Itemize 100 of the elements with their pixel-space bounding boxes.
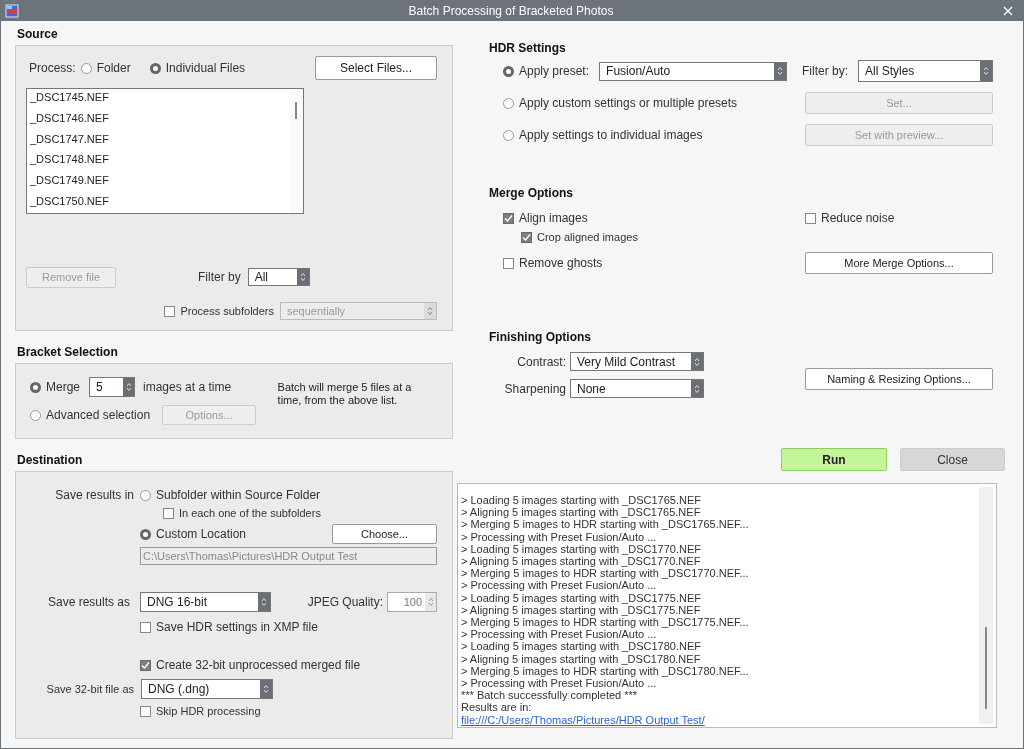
field-label: Contrast: — [516, 354, 566, 369]
checkbox[interactable] — [140, 621, 151, 633]
radio-label: Custom Location — [156, 527, 247, 541]
radio-button[interactable] — [80, 62, 92, 74]
log-line: > Loading 5 images starting with _DSC1770.NEF — [461, 542, 702, 555]
dropdown[interactable]: All Styles — [858, 60, 993, 82]
suffix-label: images at a time — [143, 380, 232, 394]
file-item[interactable]: _DSC1747.NEF — [27, 131, 290, 153]
checkbox-label: Remove ghosts — [519, 256, 603, 270]
radio-button[interactable] — [30, 381, 41, 393]
log-line: *** Batch successfully completed *** — [461, 689, 639, 702]
app-icon — [5, 4, 19, 18]
info-text: Batch will merge 5 files at a time, from the above list. — [277, 380, 413, 408]
radio-label: Merge — [46, 380, 80, 394]
dropdown[interactable]: Very Mild Contrast — [570, 352, 704, 371]
log-line: > Aligning 5 images starting with _DSC1775.NEF — [461, 603, 702, 617]
radio-button[interactable] — [503, 97, 514, 109]
log-line: > Merging 5 images to HDR starting with _DSC1775.NEF... — [461, 616, 750, 629]
log-line: > Merging 5 images to HDR starting with _DSC1765.NEF... — [461, 518, 750, 531]
scrollbar-thumb[interactable] — [295, 102, 297, 119]
file-item[interactable]: _DSC1749.NEF — [27, 173, 290, 194]
dropdown[interactable]: DNG (.dng) — [141, 679, 273, 699]
scrollbar-thumb[interactable] — [985, 627, 987, 709]
file-item[interactable]: _DSC1748.NEF — [27, 152, 290, 174]
button[interactable]: More Merge Options... — [805, 252, 993, 274]
radio-label: Folder — [96, 61, 131, 75]
dropdown[interactable]: None — [570, 379, 704, 398]
section-heading: Finishing Options — [489, 330, 591, 344]
log-line: > Aligning 5 images starting with _DSC1765.NEF — [461, 506, 702, 519]
radio-label: Individual Files — [165, 61, 246, 75]
checkbox-label: Reduce noise — [821, 211, 895, 225]
log-line: > Loading 5 images starting with _DSC1780.NEF — [461, 640, 702, 653]
button[interactable]: Naming & Resizing Options... — [805, 368, 993, 390]
filter-label: Filter by: — [802, 64, 848, 78]
checkbox-label: Save HDR settings in XMP file — [156, 620, 318, 634]
up-down-arrows-icon — [777, 66, 784, 76]
up-down-arrows-icon — [694, 356, 700, 367]
button[interactable]: Select Files... — [315, 56, 437, 80]
radio-label: Subfolder within Source Folder — [156, 488, 321, 502]
radio-label: Advanced selection — [46, 408, 151, 422]
radio-label: Apply preset: — [519, 64, 590, 78]
field-label: Save results as — [47, 595, 130, 609]
radio-button[interactable] — [140, 489, 151, 501]
radio-button[interactable] — [140, 528, 151, 540]
button[interactable]: Choose... — [332, 524, 437, 544]
checkbox-label: Align images — [519, 211, 588, 225]
log-line: > Merging 5 images to HDR starting with _DSC1780.NEF... — [461, 664, 750, 678]
button[interactable]: Run — [781, 448, 887, 471]
section-heading: HDR Settings — [489, 41, 566, 55]
checkbox[interactable] — [164, 305, 176, 317]
checkbox[interactable] — [503, 212, 514, 224]
up-down-arrows-icon — [427, 306, 433, 316]
checkbox[interactable] — [140, 705, 151, 717]
checkbox[interactable] — [163, 507, 174, 519]
log-line: > Processing with Preset Fusion/Auto ... — [461, 579, 658, 592]
radio-label: Apply settings to individual images — [519, 128, 703, 142]
checkbox[interactable] — [805, 212, 816, 224]
checkbox-label: Skip HDR processing — [156, 705, 261, 717]
button[interactable]: Close — [900, 448, 1005, 471]
section-heading: Destination — [17, 453, 83, 467]
file-item[interactable]: _DSC1746.NEF — [27, 110, 290, 132]
up-down-arrows-icon — [263, 684, 269, 694]
dropdown[interactable]: Fusion/Auto — [599, 61, 788, 81]
log-line: > Processing with Preset Fusion/Auto ... — [461, 530, 658, 543]
file-item[interactable]: _DSC1745.NEF — [27, 90, 290, 111]
up-down-arrows-icon — [983, 66, 989, 76]
window-title: Batch Processing of Bracketed Photos — [407, 4, 615, 18]
section-heading: Bracket Selection — [17, 345, 118, 359]
checkbox-label: Create 32-bit unprocessed merged file — [156, 658, 361, 672]
radio-label: Apply custom settings or multiple presets — [519, 96, 738, 110]
log-line: > Merging 5 images to HDR starting with _DSC1770.NEF... — [461, 567, 750, 580]
results-link[interactable]: file:///C:/Users/Thomas/Pictures/HDR Output Test/ — [461, 713, 705, 726]
up-down-arrows-icon — [299, 272, 306, 282]
log-line: > Processing with Preset Fusion/Auto ... — [461, 628, 658, 641]
log-line: > Aligning 5 images starting with _DSC1780.NEF — [461, 652, 702, 665]
checkbox[interactable] — [140, 659, 151, 671]
close-icon[interactable] — [1003, 6, 1013, 16]
checkbox-label: Process subfolders — [180, 305, 274, 317]
log-line: > Loading 5 images starting with _DSC1765.NEF — [461, 494, 702, 507]
number-field[interactable]: 5 — [89, 377, 135, 397]
checkbox-label: In each one of the subfolders — [179, 507, 321, 519]
file-item[interactable]: _DSC1750.NEF — [27, 194, 290, 215]
up-down-arrows-icon — [694, 383, 700, 394]
number-field[interactable]: 100 — [387, 592, 437, 612]
field-label: Save results in — [55, 488, 134, 502]
checkbox[interactable] — [521, 231, 532, 243]
file-list[interactable]: _DSC1745.NEF _DSC1746.NEF _DSC1747.NEF _DSC1748.NEF _DSC1749.NEF _DSC1750.NEF — [26, 88, 304, 214]
log-line: > Loading 5 images starting with _DSC1775.NEF — [461, 591, 702, 604]
radio-button[interactable] — [503, 65, 514, 77]
dropdown[interactable]: DNG 16-bit — [140, 592, 271, 612]
dropdown[interactable]: All — [247, 268, 310, 286]
radio-button[interactable] — [503, 129, 514, 141]
radio-button[interactable] — [149, 62, 161, 74]
jpeg-quality-label: JPEG Quality: — [307, 595, 383, 609]
checkbox[interactable] — [503, 257, 514, 269]
up-down-arrows-icon — [427, 597, 434, 607]
section-heading: Merge Options — [489, 186, 573, 200]
radio-button[interactable] — [30, 409, 41, 421]
log-line: > Processing with Preset Fusion/Auto ... — [461, 677, 658, 690]
section-heading: Source — [17, 27, 58, 41]
